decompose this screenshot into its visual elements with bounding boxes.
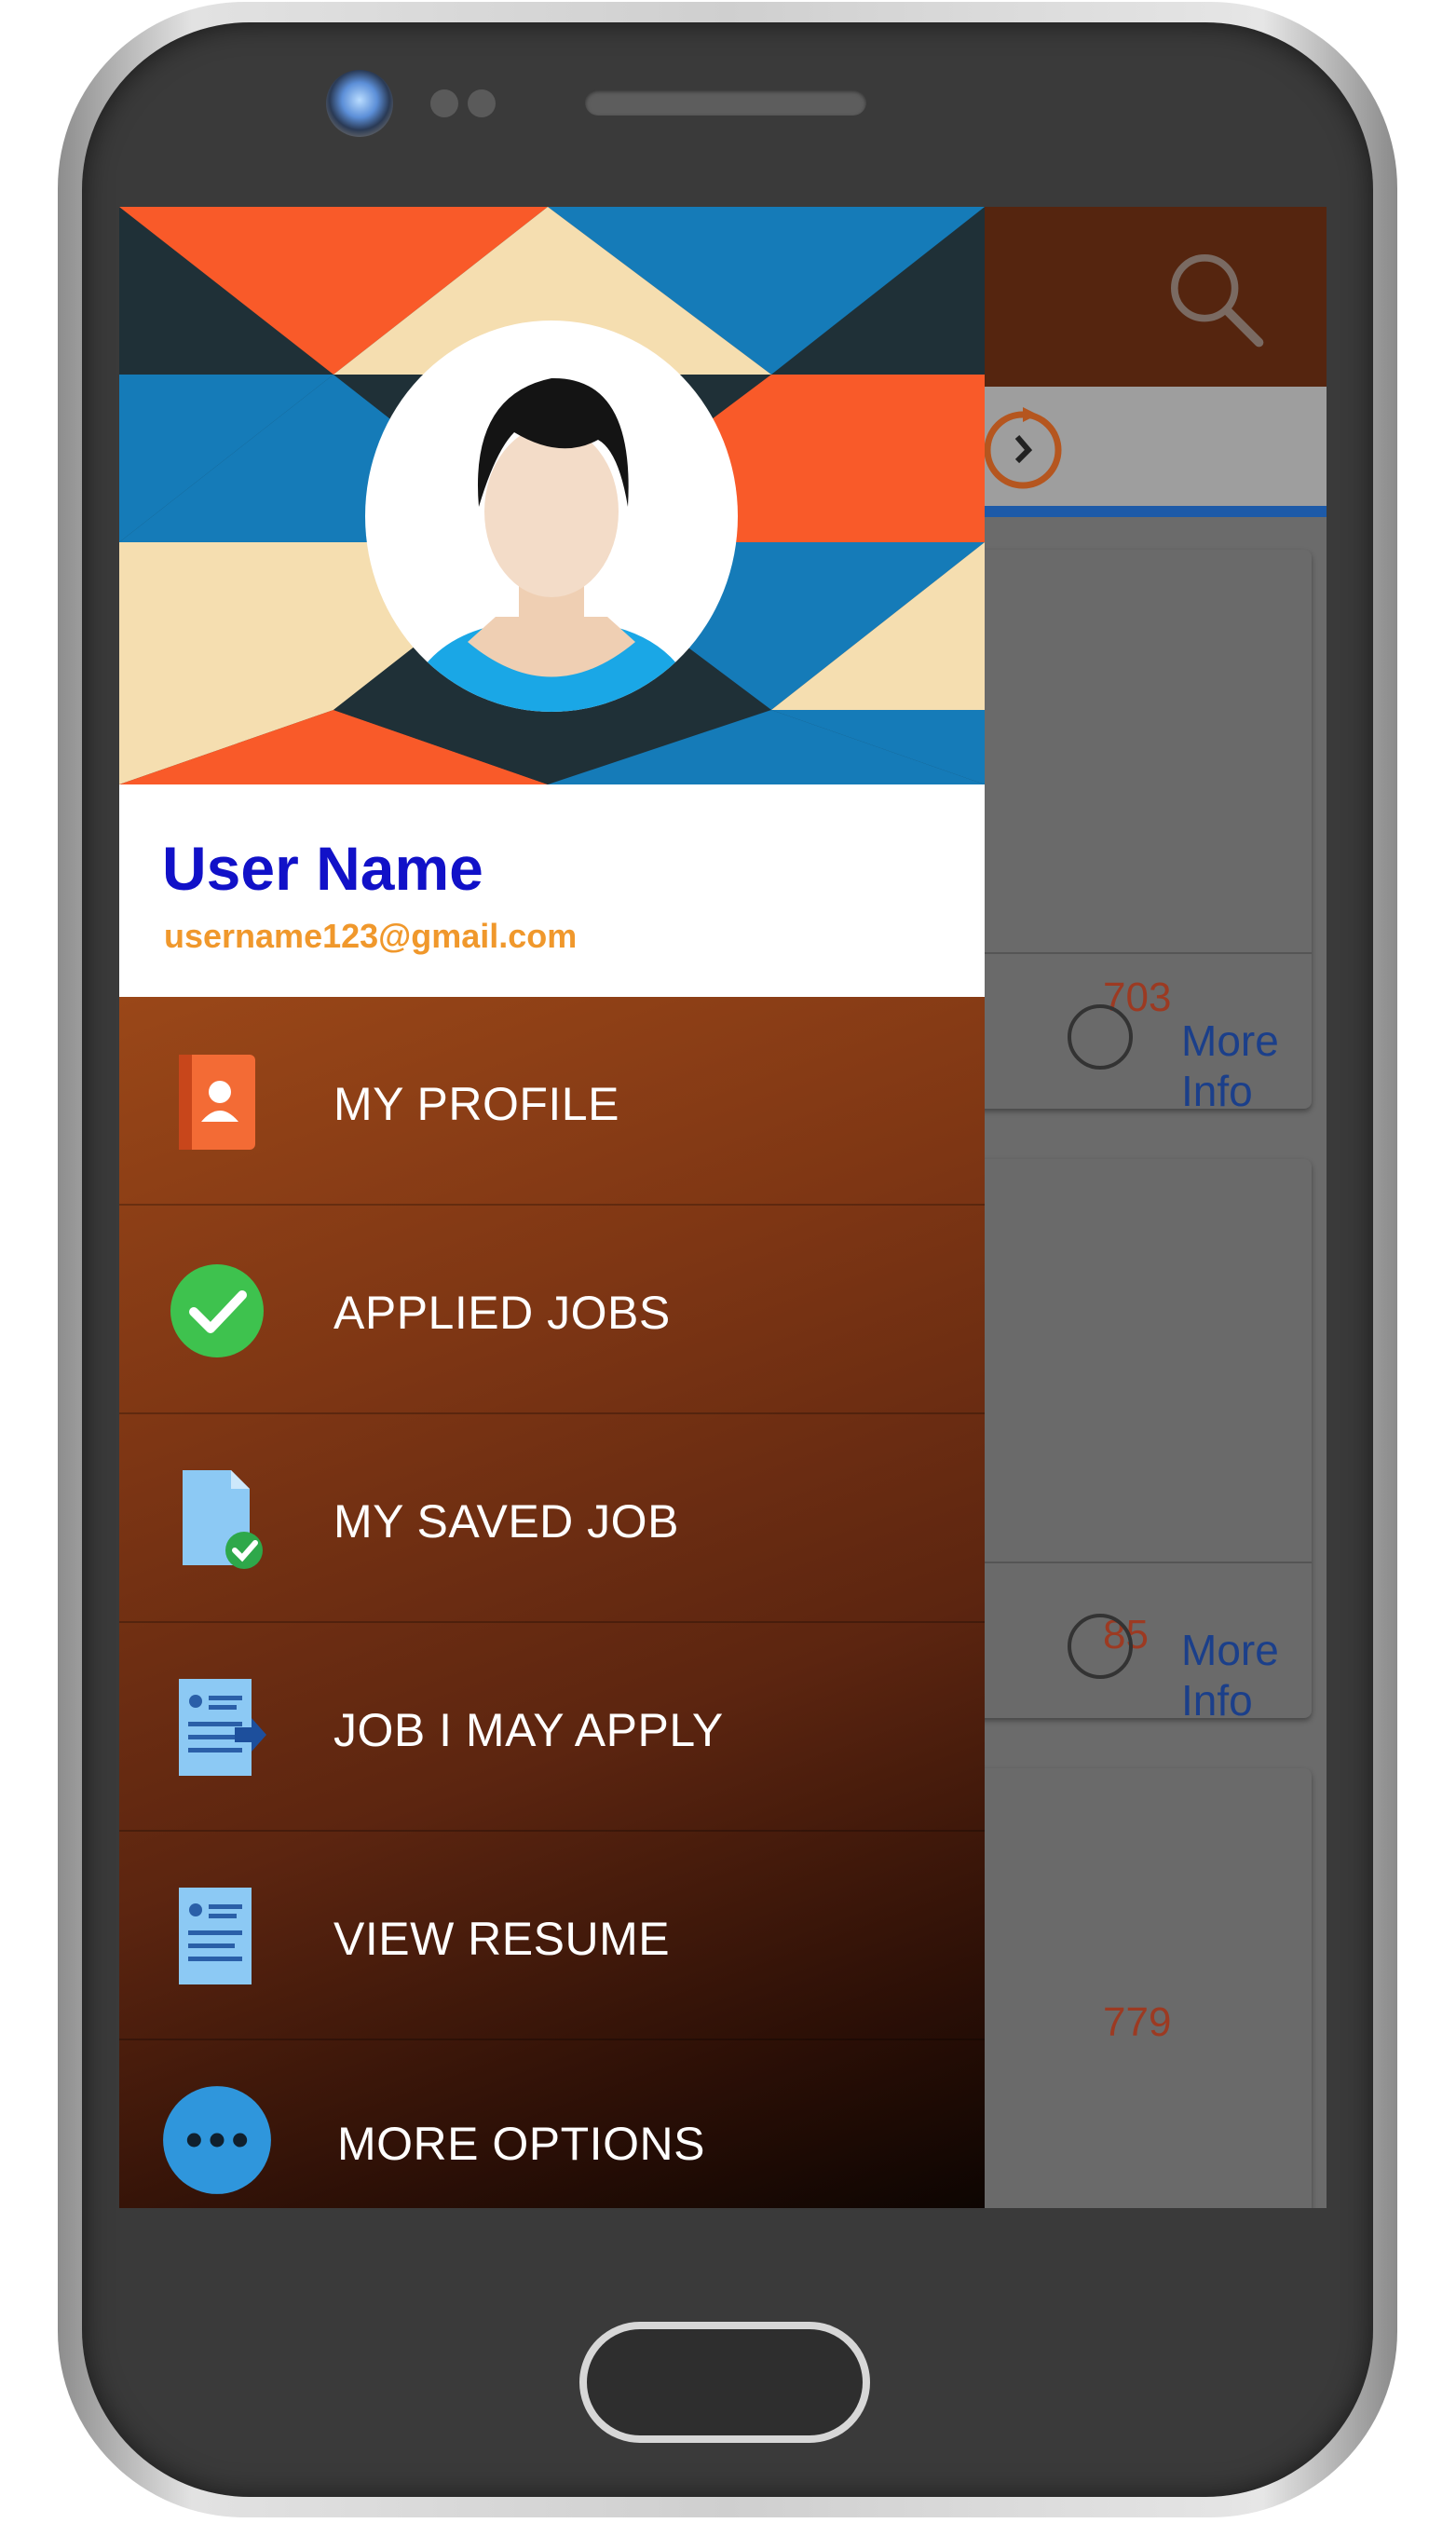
history-icon[interactable] xyxy=(976,400,1069,493)
user-silhouette-icon xyxy=(402,377,701,712)
user-name: User Name xyxy=(162,834,483,903)
sensor-icon xyxy=(468,89,496,117)
menu-item-label: VIEW RESUME xyxy=(333,1913,671,1965)
menu-item-applied-jobs[interactable]: APPLIED JOBS xyxy=(119,1206,985,1414)
menu-item-label: APPLIED JOBS xyxy=(333,1287,671,1339)
drawer-menu: MY PROFILE APPLIED JOBS MY SAVED JOB JOB… xyxy=(119,997,985,2208)
card-number: 779 xyxy=(1103,1999,1172,2045)
drawer-banner xyxy=(119,207,985,784)
menu-item-view-resume[interactable]: VIEW RESUME xyxy=(119,1832,985,2040)
menu-item-label: MY SAVED JOB xyxy=(333,1495,679,1548)
more-info-link[interactable]: More Info xyxy=(1181,1625,1312,1725)
sensor-icon xyxy=(430,89,458,117)
more-dots-icon xyxy=(163,2086,271,2194)
menu-item-label: JOB I MAY APPLY xyxy=(333,1704,724,1756)
speaker-grille xyxy=(585,89,866,116)
phone-screen: 703 More Info 85 More Info 779 User Name… xyxy=(119,207,1327,2208)
more-info-link[interactable]: More Info xyxy=(1181,1016,1312,1116)
check-circle-icon xyxy=(170,1264,264,1357)
user-email: username123@gmail.com xyxy=(164,917,578,955)
navigation-drawer: User Name username123@gmail.com MY PROFI… xyxy=(119,207,985,2208)
resume-icon xyxy=(179,1888,252,1984)
info-icon[interactable] xyxy=(1068,1614,1133,1679)
search-icon[interactable] xyxy=(1164,248,1265,348)
menu-item-more-options[interactable]: MORE OPTIONS xyxy=(119,2040,985,2208)
user-info[interactable]: User Name username123@gmail.com xyxy=(119,784,985,997)
contact-book-icon xyxy=(179,1055,255,1150)
avatar[interactable] xyxy=(365,320,738,712)
document-arrow-icon xyxy=(179,1679,266,1776)
menu-item-my-profile[interactable]: MY PROFILE xyxy=(119,997,985,1206)
saved-document-icon xyxy=(183,1470,263,1569)
menu-item-job-i-may-apply[interactable]: JOB I MAY APPLY xyxy=(119,1623,985,1832)
front-camera-icon xyxy=(326,70,393,137)
menu-item-label: MY PROFILE xyxy=(333,1078,619,1130)
info-icon[interactable] xyxy=(1068,1004,1133,1070)
menu-item-label: MORE OPTIONS xyxy=(337,2118,705,2170)
home-button[interactable] xyxy=(579,2322,870,2443)
menu-item-my-saved-job[interactable]: MY SAVED JOB xyxy=(119,1414,985,1623)
